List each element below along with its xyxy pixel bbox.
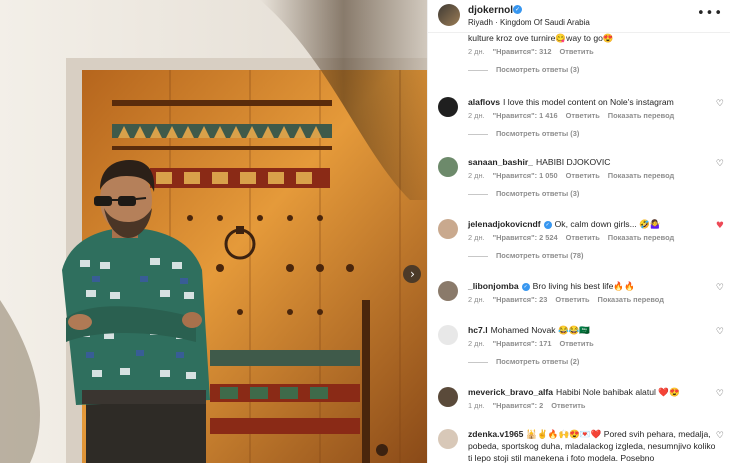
comment-age: 2 дн. <box>468 111 485 120</box>
like-count[interactable]: "Нравится": 1 050 <box>493 171 558 180</box>
comments-list: kulture kroz ove turnire😋way to go😍 2 дн.… <box>428 33 730 463</box>
commenter-username[interactable]: alaflovs <box>468 97 500 107</box>
view-replies-button[interactable]: Посмотреть ответы (3) <box>468 189 579 198</box>
view-replies-button[interactable]: Посмотреть ответы (78) <box>468 251 583 260</box>
comment-body: Bro living his best life🔥🔥 <box>532 281 635 291</box>
view-replies-button[interactable]: Посмотреть ответы (2) <box>468 357 579 366</box>
divider <box>468 133 488 135</box>
comment-text: hc7.l Mohamed Novak 😂😂🇸🇦 <box>468 324 716 336</box>
comment-text: alaflovs I love this model content on Nol… <box>468 96 716 108</box>
reply-button[interactable]: Ответить <box>566 171 600 180</box>
heart-icon[interactable]: ♡ <box>716 99 724 109</box>
comment-age: 2 дн. <box>468 295 485 304</box>
author-username[interactable]: djokernole <box>468 5 519 16</box>
translate-button[interactable]: Показать перевод <box>608 233 674 242</box>
more-horizontal-icon[interactable]: ••• <box>697 6 723 21</box>
like-count[interactable]: "Нравится": 312 <box>493 47 552 56</box>
chevron-right-icon: › <box>410 267 415 281</box>
like-count[interactable]: "Нравится": 23 <box>493 295 548 304</box>
comment-body: Habibi Nole bahibak alatul ❤️😍 <box>556 387 680 397</box>
divider <box>468 361 488 363</box>
reply-button[interactable]: Ответить <box>566 111 600 120</box>
verified-badge-icon: ✓ <box>543 220 552 229</box>
verified-badge-icon: ✓ <box>513 5 522 14</box>
heart-icon[interactable]: ♡ <box>716 389 724 399</box>
post-location[interactable]: Riyadh · Kingdom Of Saudi Arabia <box>468 18 590 27</box>
comment-meta: 2 дн. "Нравится": 1 416 Ответить Показать п… <box>468 111 682 120</box>
comment-age: 2 дн. <box>468 339 485 348</box>
commenter-avatar[interactable] <box>438 97 458 117</box>
comment-meta: 2 дн. "Нравится": 312 Ответить <box>468 47 602 56</box>
comment-body: I love this model content on Nole's inst… <box>503 97 674 107</box>
like-count[interactable]: "Нравится": 171 <box>493 339 552 348</box>
comment-age: 2 дн. <box>468 171 485 180</box>
commenter-avatar[interactable] <box>438 219 458 239</box>
commenter-username[interactable]: sanaan_bashir_ <box>468 157 533 167</box>
view-replies-label: Посмотреть ответы (3) <box>496 129 580 138</box>
reply-button[interactable]: Ответить <box>559 47 593 56</box>
commenter-avatar[interactable] <box>438 281 458 301</box>
translate-button[interactable]: Показать перевод <box>598 295 664 304</box>
commenter-username[interactable]: meverick_bravo_alfa <box>468 387 553 397</box>
translate-button[interactable]: Показать перевод <box>608 111 674 120</box>
comment-text: sanaan_bashir_ HABIBI DJOKOVIC <box>468 156 716 168</box>
next-photo-button[interactable]: › <box>403 265 421 283</box>
view-replies-label: Посмотреть ответы (2) <box>496 357 580 366</box>
comments-panel: djokernole ✓ Riyadh · Kingdom Of Saudi A… <box>427 0 730 463</box>
divider <box>468 193 488 195</box>
view-replies-label: Посмотреть ответы (3) <box>496 189 580 198</box>
divider <box>468 255 488 257</box>
reply-button[interactable]: Ответить <box>566 233 600 242</box>
heart-icon[interactable]: ♡ <box>716 159 724 169</box>
comment-meta: 1 дн. "Нравится": 2 Ответить <box>468 401 593 410</box>
comment-meta: 2 дн. "Нравится": 23 Ответить Показать пере… <box>468 295 672 304</box>
comment-text: _libonjomba ✓ Bro living his best life🔥🔥 <box>468 280 716 292</box>
heart-icon[interactable]: ♥ <box>716 221 724 231</box>
commenter-avatar[interactable] <box>438 325 458 345</box>
commenter-username[interactable]: _libonjomba <box>468 281 519 291</box>
heart-icon[interactable]: ♡ <box>716 283 724 293</box>
view-replies-button[interactable]: Посмотреть ответы (3) <box>468 65 579 74</box>
comment-text: jelenadjokovicndf ✓ Ok, calm down girls...… <box>468 218 716 230</box>
commenter-username[interactable]: jelenadjokovicndf <box>468 219 541 229</box>
comment-body: Mohamed Novak 😂😂🇸🇦 <box>490 325 591 335</box>
post-image <box>0 0 427 463</box>
heart-icon[interactable]: ♡ <box>716 431 724 441</box>
translate-button[interactable]: Показать перевод <box>608 171 674 180</box>
comment-text: meverick_bravo_alfa Habibi Nole bahibak a… <box>468 386 716 398</box>
comment-meta: 2 дн. "Нравится": 2 524 Ответить Показать п… <box>468 233 682 242</box>
comment-age: 2 дн. <box>468 233 485 242</box>
view-replies-label: Посмотреть ответы (78) <box>496 251 584 260</box>
comment-body: HABIBI DJOKOVIC <box>535 157 611 167</box>
comment-age: 1 дн. <box>468 401 485 410</box>
like-count[interactable]: "Нравится": 2 <box>493 401 544 410</box>
comment-age: 2 дн. <box>468 47 485 56</box>
like-count[interactable]: "Нравится": 1 416 <box>493 111 558 120</box>
comment-meta: 2 дн. "Нравится": 171 Ответить <box>468 339 602 348</box>
comment-body: kulture kroz ove turnire😋way to go😍 <box>468 33 614 43</box>
reply-button[interactable]: Ответить <box>559 339 593 348</box>
reply-button[interactable]: Ответить <box>551 401 585 410</box>
comment-text: kulture kroz ove turnire😋way to go😍 <box>468 32 716 44</box>
heart-icon[interactable]: ♡ <box>716 327 724 337</box>
divider <box>468 69 488 71</box>
view-replies-button[interactable]: Посмотреть ответы (3) <box>468 129 579 138</box>
commenter-username[interactable]: zdenka.v1965 <box>468 429 523 439</box>
post-photo: › <box>0 0 427 463</box>
commenter-avatar[interactable] <box>438 429 458 449</box>
commenter-avatar[interactable] <box>438 387 458 407</box>
comment-text: zdenka.v1965 🕌✌🔥🙌😍💌❤️ Pored svih pehara, … <box>468 428 716 463</box>
verified-badge-icon: ✓ <box>521 282 530 291</box>
author-avatar[interactable] <box>438 4 460 26</box>
commenter-avatar[interactable] <box>438 157 458 177</box>
like-count[interactable]: "Нравится": 2 524 <box>493 233 558 242</box>
post-header: djokernole ✓ Riyadh · Kingdom Of Saudi A… <box>428 0 730 33</box>
view-replies-label: Посмотреть ответы (3) <box>496 65 580 74</box>
reply-button[interactable]: Ответить <box>555 295 589 304</box>
commenter-username[interactable]: hc7.l <box>468 325 488 335</box>
comment-meta: 2 дн. "Нравится": 1 050 Ответить Показать п… <box>468 171 682 180</box>
comment-body: Ok, calm down girls... 🤣🤷‍♀️ <box>554 219 661 229</box>
